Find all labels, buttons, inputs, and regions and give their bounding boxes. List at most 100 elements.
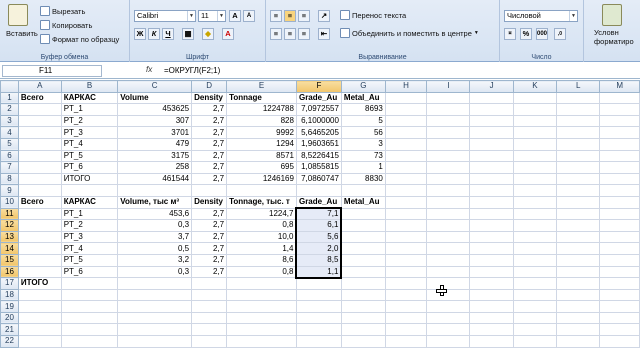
cell-e14[interactable]: 1,4	[226, 242, 297, 255]
cell-e3[interactable]: 828	[226, 114, 297, 128]
cell-h22[interactable]	[384, 335, 428, 348]
cell-l11[interactable]	[556, 207, 601, 221]
row-header[interactable]: 4	[0, 126, 19, 139]
cell-b18[interactable]	[60, 288, 119, 302]
cell-l12[interactable]	[556, 219, 601, 232]
cell-l1[interactable]	[556, 91, 601, 105]
cell-f9[interactable]	[295, 184, 342, 197]
cell-g1[interactable]: Metal_Au	[340, 91, 386, 105]
cell-c17[interactable]	[117, 277, 193, 290]
cell-f18[interactable]	[295, 288, 342, 302]
cell-a2[interactable]	[17, 103, 62, 116]
cell-f3[interactable]: 6,1000000	[295, 114, 342, 128]
cell-l8[interactable]	[556, 172, 601, 186]
cell-b6[interactable]: PT_5	[60, 149, 119, 163]
copy-button[interactable]: Копировать	[40, 20, 92, 30]
cell-f10[interactable]: Grade_Au	[295, 195, 342, 209]
cell-l22[interactable]	[556, 335, 601, 348]
cell-b9[interactable]	[60, 184, 119, 197]
cell-a10[interactable]: Всего	[17, 195, 62, 209]
cell-d14[interactable]: 2,7	[191, 242, 228, 255]
cell-d5[interactable]: 2,7	[191, 137, 228, 151]
cell-b10[interactable]: КАРКАС	[60, 195, 119, 209]
cell-h3[interactable]	[384, 114, 428, 128]
cell-l6[interactable]	[556, 149, 601, 163]
currency-icon[interactable]: ¤	[504, 28, 516, 40]
cell-f1[interactable]: Grade_Au	[295, 91, 342, 105]
cell-m10[interactable]	[599, 195, 640, 209]
cell-j10[interactable]	[469, 195, 514, 209]
cell-j15[interactable]	[469, 253, 514, 267]
cell-k16[interactable]	[512, 265, 558, 279]
row-header[interactable]: 17	[0, 277, 19, 290]
cell-j11[interactable]	[469, 207, 514, 221]
cell-l20[interactable]	[556, 311, 601, 325]
cell-c19[interactable]	[117, 300, 193, 313]
paste-button[interactable]: Вставить	[6, 29, 38, 38]
cell-a22[interactable]	[17, 335, 62, 348]
cell-d11[interactable]: 2,7	[191, 207, 228, 221]
row-header[interactable]: 15	[0, 253, 19, 267]
cell-a1[interactable]: Всего	[17, 91, 62, 105]
cell-j6[interactable]	[469, 149, 514, 163]
cell-m22[interactable]	[599, 335, 640, 348]
cell-j14[interactable]	[469, 242, 514, 255]
orientation-icon[interactable]: ↗	[318, 10, 330, 22]
cell-d15[interactable]: 2,7	[191, 253, 228, 267]
cell-i11[interactable]	[426, 207, 471, 221]
cell-l19[interactable]	[556, 300, 601, 313]
cell-c15[interactable]: 3,2	[117, 253, 193, 267]
cell-e4[interactable]: 9992	[226, 126, 297, 139]
cell-g11[interactable]	[340, 207, 386, 221]
column-header-a[interactable]: A	[17, 80, 62, 93]
cell-c20[interactable]	[117, 311, 193, 325]
cell-e16[interactable]: 0,8	[226, 265, 297, 279]
row-header[interactable]: 5	[0, 137, 19, 151]
cell-j4[interactable]	[469, 126, 514, 139]
cell-k5[interactable]	[512, 137, 558, 151]
cell-g8[interactable]: 8830	[340, 172, 386, 186]
cell-f15[interactable]: 8,5	[295, 253, 343, 267]
cell-b15[interactable]: PT_5	[60, 253, 119, 267]
cell-c3[interactable]: 307	[117, 114, 193, 128]
cell-i3[interactable]	[426, 114, 471, 128]
cell-g19[interactable]	[340, 300, 386, 313]
cell-j9[interactable]	[469, 184, 514, 197]
cell-j12[interactable]	[469, 219, 514, 232]
cell-c11[interactable]: 453,6	[117, 207, 193, 221]
cell-d22[interactable]	[191, 335, 228, 348]
column-header-c[interactable]: C	[117, 80, 193, 93]
row-header[interactable]: 22	[0, 335, 19, 348]
cell-h8[interactable]	[384, 172, 428, 186]
cell-l9[interactable]	[556, 184, 601, 197]
fx-icon[interactable]: fx	[146, 65, 152, 74]
cell-f12[interactable]: 6,1	[295, 219, 343, 232]
cell-h10[interactable]	[384, 195, 428, 209]
column-header-g[interactable]: G	[340, 80, 386, 93]
cell-i15[interactable]	[426, 253, 471, 267]
column-header-l[interactable]: L	[556, 80, 601, 93]
cell-a5[interactable]	[17, 137, 62, 151]
cell-l7[interactable]	[556, 161, 601, 174]
column-header-k[interactable]: K	[512, 80, 558, 93]
cell-a7[interactable]	[17, 161, 62, 174]
cell-e12[interactable]: 0,8	[226, 219, 297, 232]
cell-a21[interactable]	[17, 323, 62, 337]
cell-b1[interactable]: КАРКАС	[60, 91, 119, 105]
cell-a14[interactable]	[17, 242, 62, 255]
merge-center-button[interactable]: Объединить и поместить в центре ▼	[340, 28, 479, 38]
cell-m12[interactable]	[599, 219, 640, 232]
cell-f14[interactable]: 2,0	[295, 242, 343, 255]
row-header[interactable]: 1	[0, 91, 19, 105]
cell-l14[interactable]	[556, 242, 601, 255]
italic-button[interactable]: К	[148, 28, 160, 40]
cell-c14[interactable]: 0,5	[117, 242, 193, 255]
align-left-icon[interactable]: ≡	[270, 28, 282, 40]
align-center-icon[interactable]: ≡	[284, 28, 296, 40]
cell-f4[interactable]: 5,6465205	[295, 126, 342, 139]
cell-h13[interactable]	[384, 230, 428, 244]
cell-e6[interactable]: 8571	[226, 149, 297, 163]
shrink-font-button[interactable]: A	[243, 10, 255, 22]
cell-grid[interactable]: ABCDEFGHIJKLM 1 Всего КАРКАС Volume Density T…	[0, 80, 640, 348]
cell-c5[interactable]: 479	[117, 137, 193, 151]
